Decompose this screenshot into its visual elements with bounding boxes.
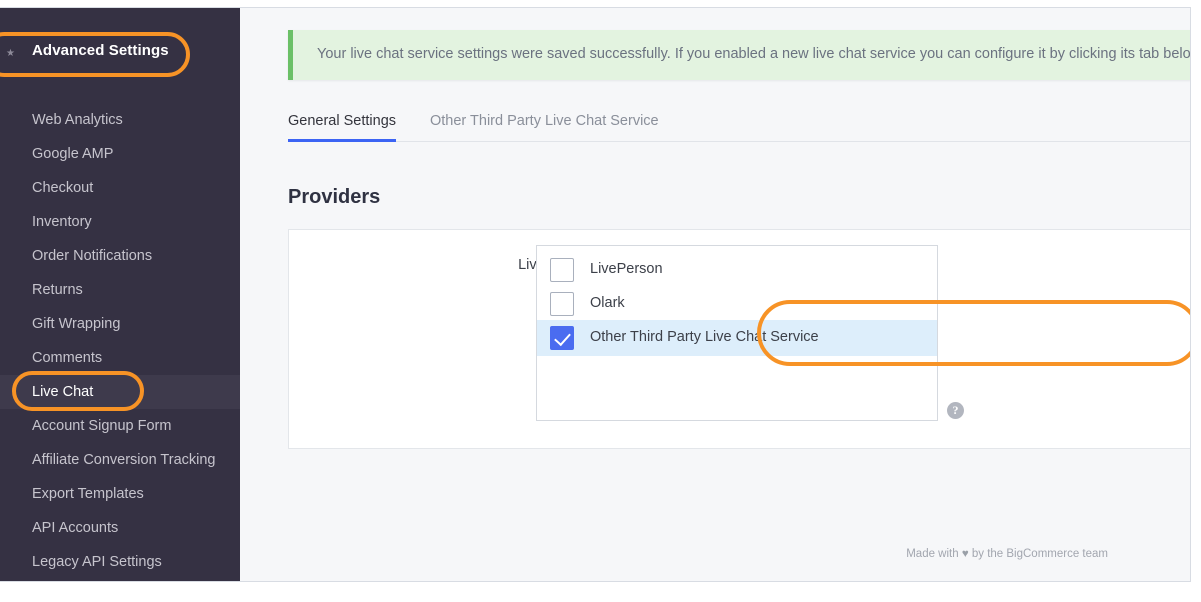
- sidebar-item-account-signup-form[interactable]: Account Signup Form: [0, 409, 240, 443]
- footer-suffix: by the BigCommerce team: [968, 548, 1108, 560]
- success-banner-text: Your live chat service settings were sav…: [317, 46, 1191, 62]
- help-icon[interactable]: ?: [947, 402, 964, 419]
- sidebar-item-order-notifications[interactable]: Order Notifications: [0, 239, 240, 273]
- page-title: Providers: [288, 186, 381, 208]
- sidebar: ★ Advanced Settings Web Analytics Google …: [0, 8, 240, 581]
- sidebar-item-api-accounts[interactable]: API Accounts: [0, 511, 240, 545]
- list-item-label: LivePerson: [590, 261, 663, 277]
- checkbox-liveperson[interactable]: [550, 258, 574, 282]
- sidebar-item-live-chat[interactable]: Live Chat: [0, 375, 240, 409]
- list-item-label: Other Third Party Live Chat Service: [590, 329, 819, 345]
- main-content: Your live chat service settings were sav…: [240, 8, 1191, 581]
- tab-other-third-party-live-chat-service[interactable]: Other Third Party Live Chat Service: [430, 108, 659, 142]
- sidebar-header[interactable]: ★ Advanced Settings: [0, 8, 240, 86]
- list-item-label: Olark: [590, 295, 625, 311]
- sidebar-item-comments[interactable]: Comments: [0, 341, 240, 375]
- sidebar-item-inventory[interactable]: Inventory: [0, 205, 240, 239]
- sidebar-item-returns[interactable]: Returns: [0, 273, 240, 307]
- sidebar-item-google-amp[interactable]: Google AMP: [0, 137, 240, 171]
- admin-app-window: ★ Advanced Settings Web Analytics Google …: [0, 7, 1191, 582]
- footer-credit: Made with ♥ by the BigCommerce team: [240, 548, 1190, 560]
- sidebar-item-legacy-api-settings[interactable]: Legacy API Settings: [0, 545, 240, 579]
- list-item[interactable]: Olark: [537, 286, 937, 322]
- sidebar-item-affiliate-conversion-tracking[interactable]: Affiliate Conversion Tracking: [0, 443, 240, 477]
- checkbox-other-third-party-live-chat-service[interactable]: [550, 326, 574, 350]
- sidebar-item-export-templates[interactable]: Export Templates: [0, 477, 240, 511]
- list-item[interactable]: LivePerson: [537, 252, 937, 288]
- sidebar-item-checkout[interactable]: Checkout: [0, 171, 240, 205]
- tab-bar: General Settings Other Third Party Live …: [288, 108, 1190, 142]
- tab-general-settings[interactable]: General Settings: [288, 108, 397, 142]
- checkbox-olark[interactable]: [550, 292, 574, 316]
- success-banner: Your live chat service settings were sav…: [288, 30, 1191, 80]
- live-chat-services-listbox[interactable]: LivePerson Olark Other Third Party Live …: [536, 245, 938, 421]
- favorite-star-icon: ★: [6, 48, 15, 59]
- sidebar-title: Advanced Settings: [32, 42, 169, 59]
- providers-card: Live Chat Services: LivePerson Olark Oth…: [288, 229, 1190, 449]
- list-item[interactable]: Other Third Party Live Chat Service: [537, 320, 937, 356]
- sidebar-item-web-analytics[interactable]: Web Analytics: [0, 103, 240, 137]
- footer-prefix: Made with: [906, 548, 962, 560]
- heart-icon: ♥: [961, 548, 969, 560]
- sidebar-item-gift-wrapping[interactable]: Gift Wrapping: [0, 307, 240, 341]
